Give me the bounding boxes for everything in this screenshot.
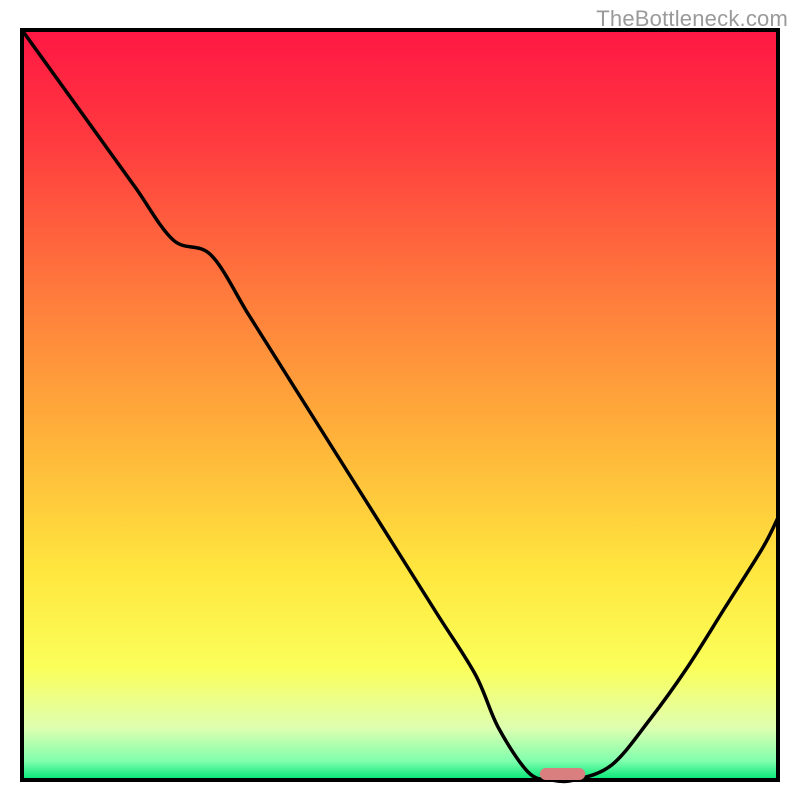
plot-background xyxy=(22,30,778,780)
optimal-point-marker xyxy=(540,768,585,780)
watermark-text: TheBottleneck.com xyxy=(596,6,788,32)
bottleneck-chart xyxy=(0,0,800,800)
chart-container: TheBottleneck.com xyxy=(0,0,800,800)
